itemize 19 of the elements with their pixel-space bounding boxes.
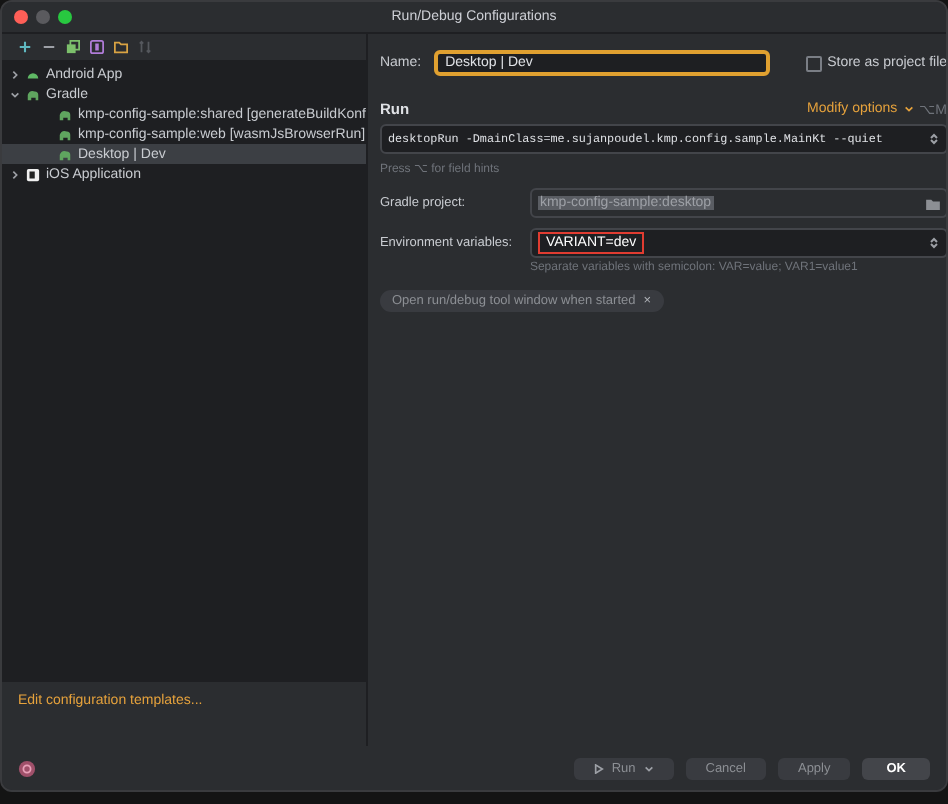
folder-icon[interactable] <box>114 40 128 54</box>
caret-icon[interactable] <box>643 763 654 773</box>
android-icon <box>26 67 40 81</box>
remove-icon[interactable] <box>42 40 56 54</box>
expand-icon[interactable] <box>927 236 940 250</box>
chevron-icon[interactable] <box>10 169 20 179</box>
expand-icon[interactable] <box>927 132 940 146</box>
add-icon[interactable] <box>18 40 32 54</box>
template-icon[interactable] <box>90 40 104 54</box>
close-button[interactable] <box>14 10 28 24</box>
copy-icon[interactable] <box>66 40 80 54</box>
ios-icon <box>26 167 40 181</box>
elephant-icon <box>26 87 40 101</box>
chevron-icon <box>903 104 914 114</box>
play-icon <box>593 763 604 773</box>
checkbox[interactable] <box>805 55 822 71</box>
zoom-button[interactable] <box>58 10 72 24</box>
folder-icon[interactable] <box>925 197 940 209</box>
help-icon[interactable] <box>18 759 36 777</box>
